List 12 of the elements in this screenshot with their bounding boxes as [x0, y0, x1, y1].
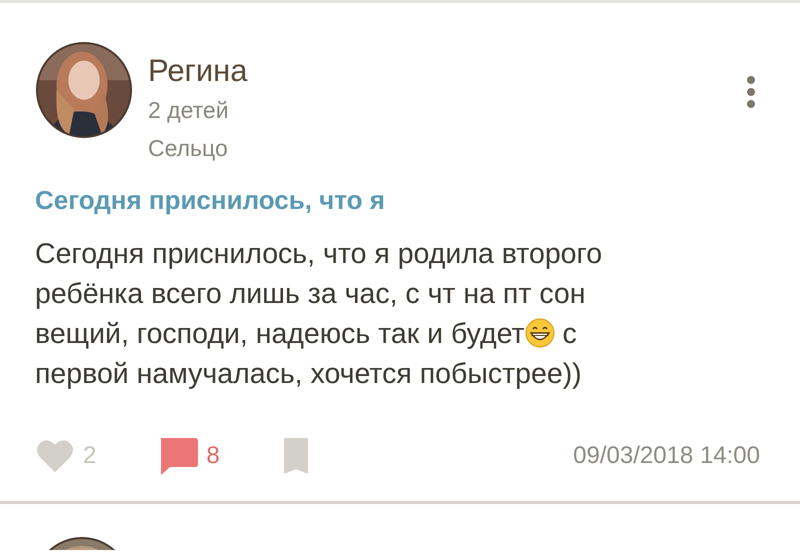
post-date: 09/03/2018 14:00 [573, 442, 760, 470]
post-text: первой намучалась, хочется побыстрее)) [35, 358, 582, 390]
post-text: ребёнка всего лишь за час, с чт на пт сон [35, 278, 586, 310]
author-name[interactable]: Регина [148, 51, 248, 91]
grinning-face-icon [524, 318, 555, 348]
post-title[interactable]: Сегодня приснилось, что я [35, 183, 800, 217]
post-text: вещий, господи, надеюсь так и будет [35, 318, 525, 350]
more-options-icon[interactable] [746, 75, 756, 109]
children-count: 2 детей [148, 96, 230, 125]
post-text: с [561, 318, 577, 350]
post-text: Сегодня приснилось, что я родила второго [35, 238, 602, 270]
city-text: Сельцо [148, 134, 229, 163]
